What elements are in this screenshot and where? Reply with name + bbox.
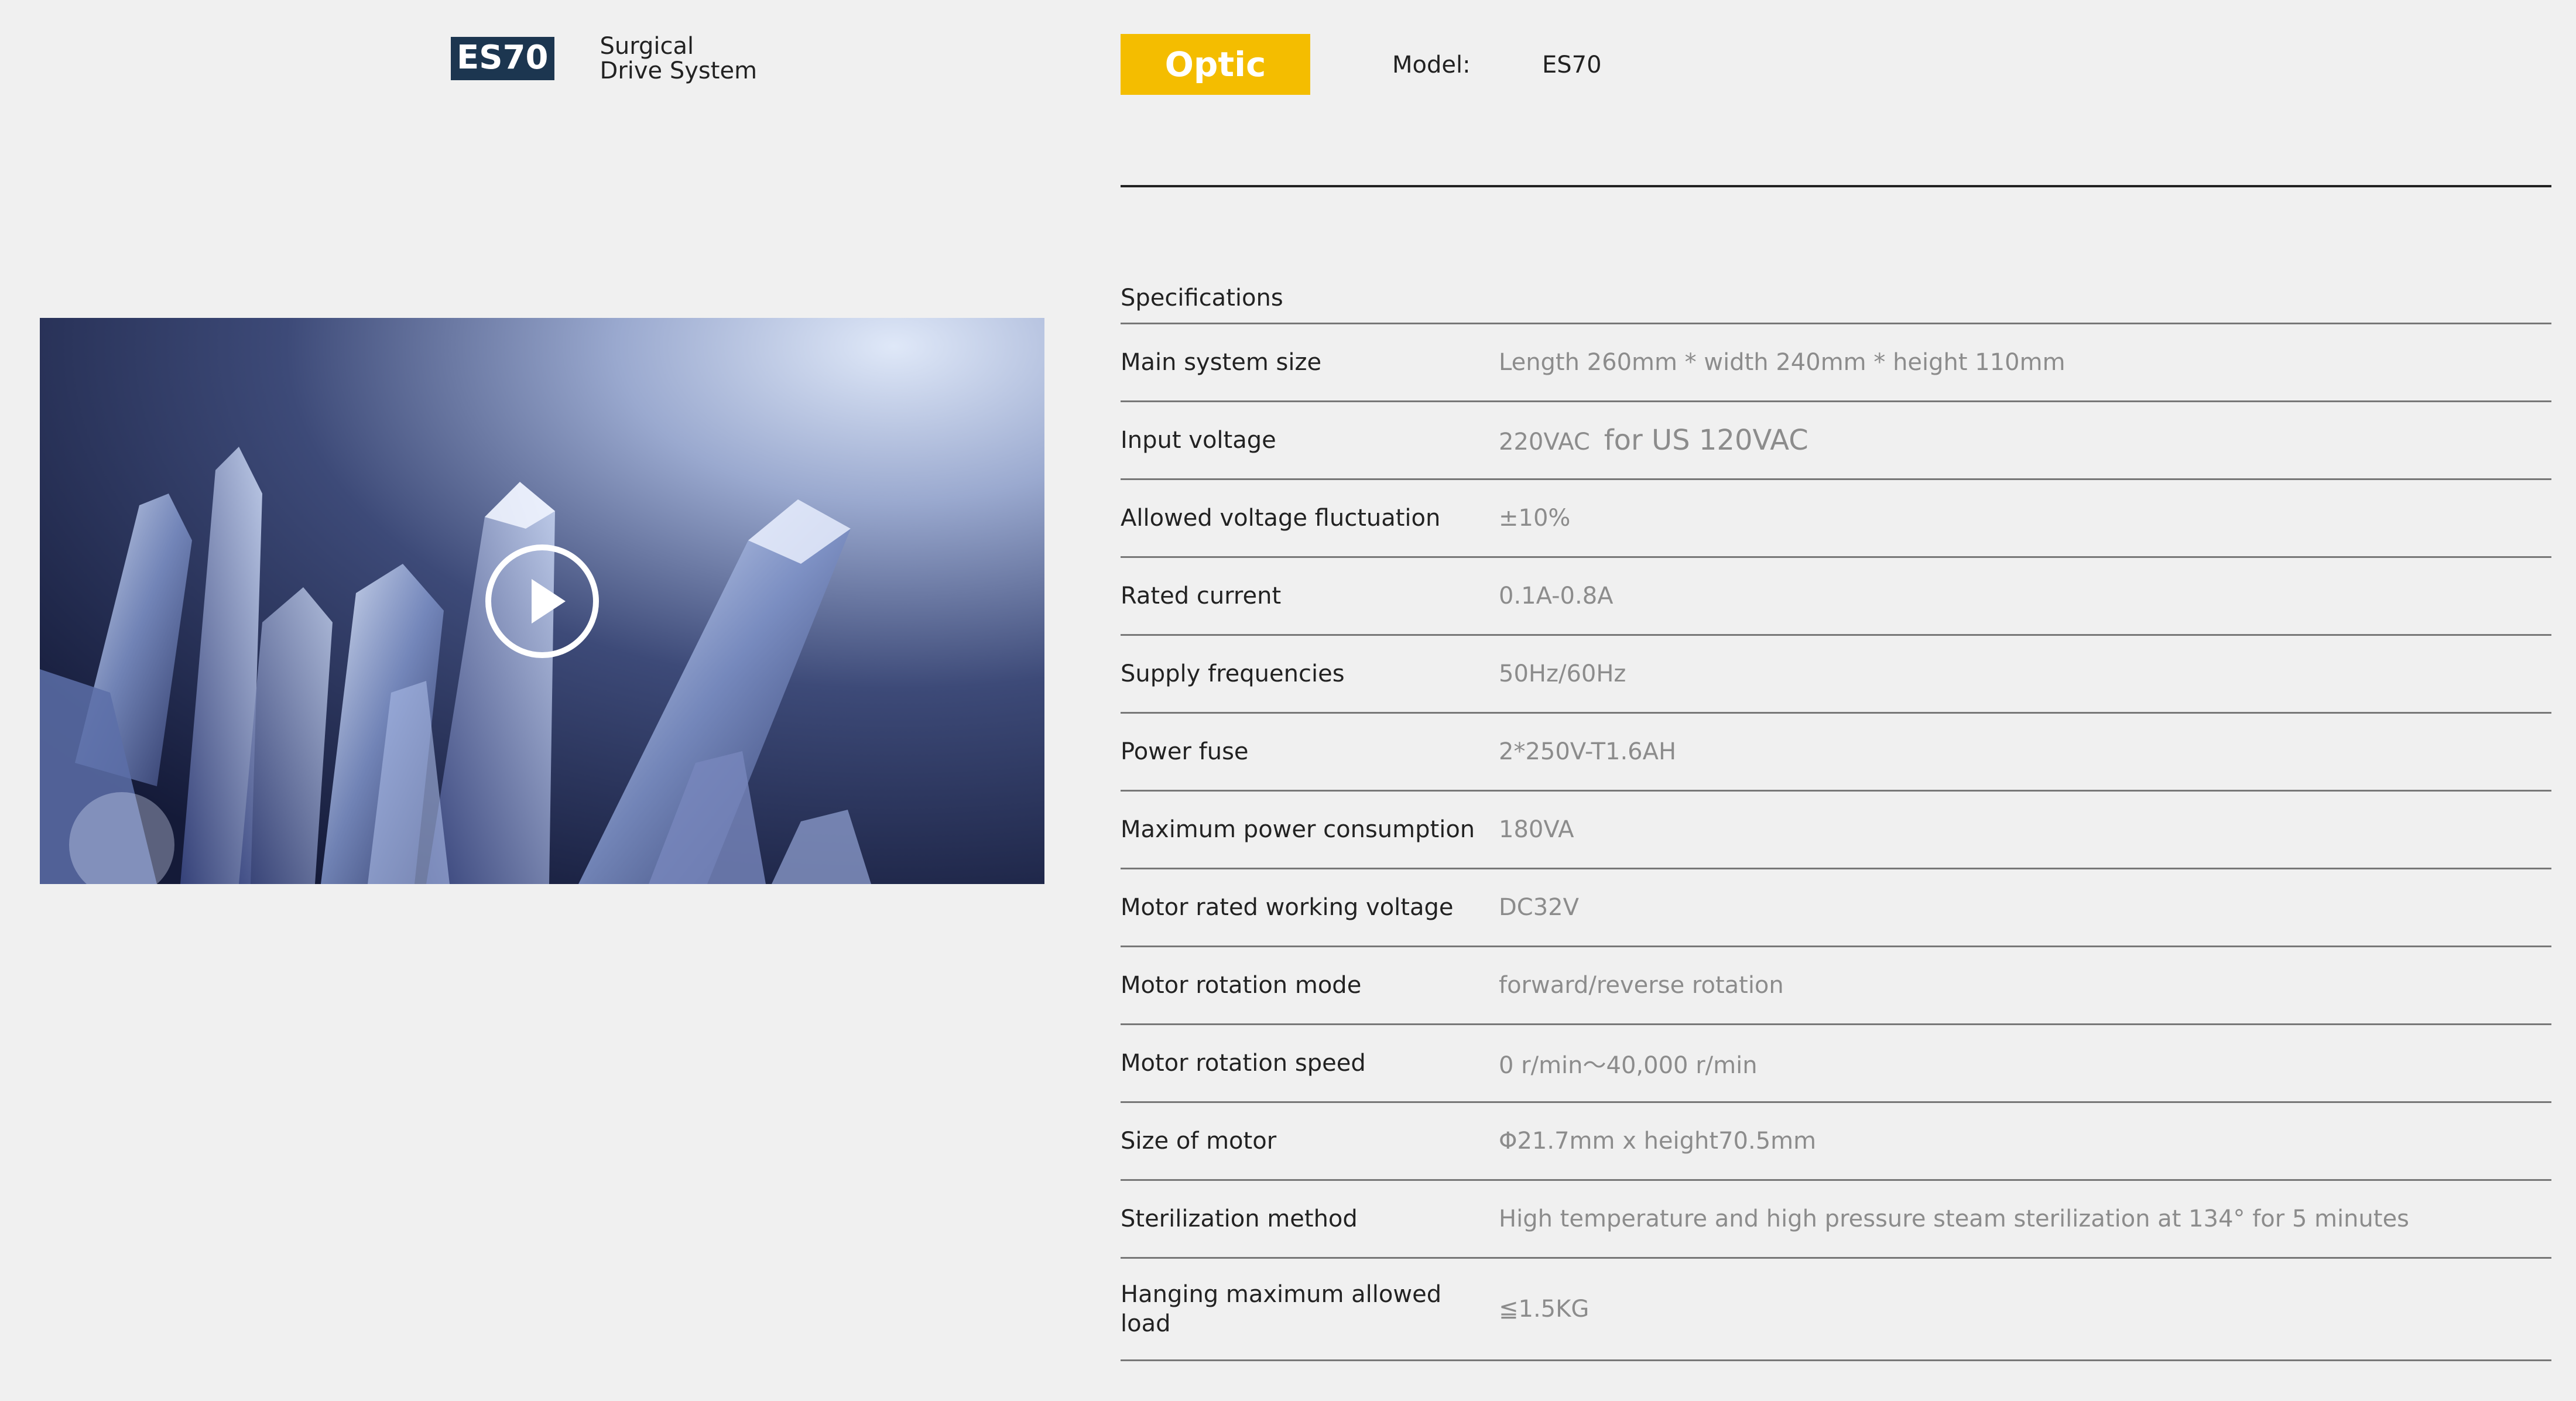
spec-row: Input voltage 220VAC for US 120VAC [1121, 402, 2551, 480]
specifications-title: Specifications [1121, 269, 2551, 324]
optic-badge[interactable]: Optic [1121, 34, 1310, 95]
spec-label: Hanging maximum allowed load [1121, 1281, 1442, 1337]
brand-subtitle-line2: Drive System [600, 57, 758, 84]
specifications-table: Specifications Main system size Length 2… [1121, 269, 2551, 1361]
spec-value: ≦1.5KG [1499, 1296, 1590, 1323]
brand-logo-badge: ES70 [451, 37, 554, 80]
spec-value: 220VAC for US 120VAC [1499, 424, 1808, 457]
spec-label: Rated current [1121, 583, 1282, 609]
header-divider [1121, 185, 2551, 187]
spec-value: Φ21.7mm x height70.5mm [1499, 1128, 1817, 1155]
spec-value: ±10% [1499, 505, 1571, 532]
play-circle-icon[interactable] [484, 543, 601, 660]
spec-value: forward/reverse rotation [1499, 972, 1784, 999]
spec-row: Motor rated working voltage DC32V [1121, 869, 2551, 947]
model-value: ES70 [1542, 52, 1602, 78]
spec-value: 0.1A-0.8A [1499, 583, 1614, 609]
spec-label: Motor rated working voltage [1121, 894, 1454, 921]
spec-row: Hanging maximum allowed load ≦1.5KG [1121, 1259, 2551, 1361]
spec-row: Size of motor Φ21.7mm x height70.5mm [1121, 1103, 2551, 1181]
brand: ES70 Surgical Drive System [451, 34, 757, 83]
spec-value: 50Hz/60Hz [1499, 660, 1626, 687]
spec-label: Maximum power consumption [1121, 816, 1475, 843]
spec-row: Supply frequencies 50Hz/60Hz [1121, 636, 2551, 714]
spec-row: Main system size Length 260mm * width 24… [1121, 324, 2551, 402]
spec-value: Length 260mm * width 240mm * height 110m… [1499, 349, 2065, 376]
spec-row: Sterilization method High temperature an… [1121, 1181, 2551, 1259]
spec-row: Allowed voltage fluctuation ±10% [1121, 480, 2551, 558]
spec-label: Sterilization method [1121, 1205, 1358, 1232]
spec-label: Input voltage [1121, 427, 1276, 454]
spec-label: Motor rotation speed [1121, 1050, 1366, 1077]
spec-row: Rated current 0.1A-0.8A [1121, 558, 2551, 636]
brand-subtitle-line1: Surgical [600, 33, 694, 60]
spec-label: Allowed voltage fluctuation [1121, 505, 1441, 532]
spec-value: DC32V [1499, 894, 1579, 921]
spec-label: Main system size [1121, 349, 1322, 376]
spec-label: Power fuse [1121, 738, 1249, 765]
model-label: Model: [1392, 52, 1471, 78]
spec-label: Size of motor [1121, 1128, 1277, 1155]
spec-label: Motor rotation mode [1121, 972, 1362, 999]
spec-row: Motor rotation speed 0 r/min～40,000 r/mi… [1121, 1025, 2551, 1103]
spec-value-note: for US 120VAC [1604, 424, 1808, 457]
spec-label: Supply frequencies [1121, 660, 1345, 687]
spec-value-main: 220VAC [1499, 429, 1590, 455]
product-video[interactable] [40, 318, 1044, 884]
spec-value: 0 r/min～40,000 r/min [1499, 1052, 1758, 1079]
brand-subtitle: Surgical Drive System [600, 34, 758, 83]
spec-row: Power fuse 2*250V-T1.6AH [1121, 714, 2551, 792]
spec-value: 2*250V-T1.6AH [1499, 738, 1677, 765]
spec-value: 180VA [1499, 816, 1574, 843]
spec-row: Maximum power consumption 180VA [1121, 792, 2551, 869]
spec-row: Motor rotation mode forward/reverse rota… [1121, 947, 2551, 1025]
spec-value: High temperature and high pressure steam… [1499, 1205, 2410, 1232]
